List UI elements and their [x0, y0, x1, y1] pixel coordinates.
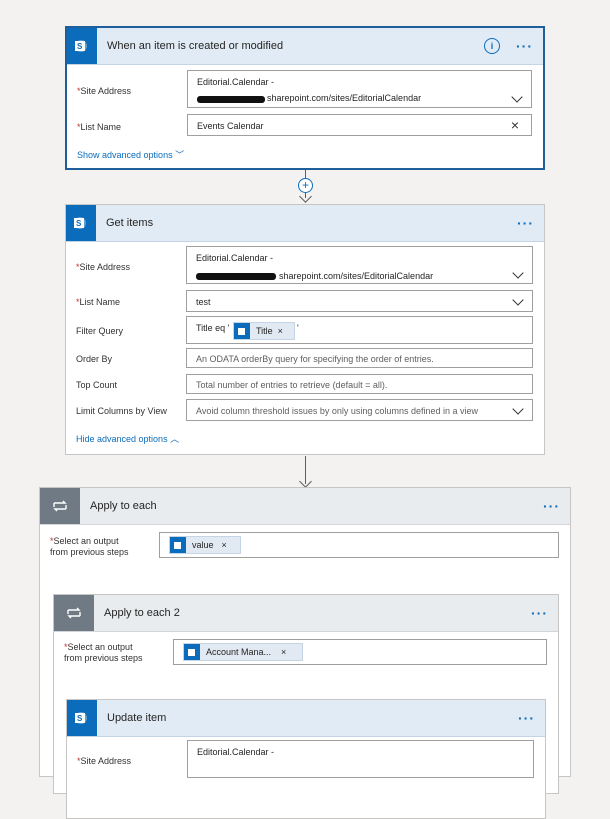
order-by-input[interactable]: An ODATA orderBy query for specifying th…	[186, 348, 533, 368]
loop-icon	[54, 595, 94, 631]
apply-to-each-2-header[interactable]: Apply to each 2 ···	[54, 595, 558, 632]
filter-query-label: Filter Query	[76, 326, 124, 336]
sharepoint-icon	[234, 323, 250, 339]
site-address-label: *Site Address	[76, 262, 131, 272]
list-name-dropdown[interactable]: test	[186, 290, 533, 312]
redacted-text	[196, 273, 276, 280]
select-output-label: *Select an output from previous steps	[50, 536, 129, 557]
list-name-label: *List Name	[77, 122, 122, 132]
more-options-icon[interactable]: ···	[531, 605, 548, 621]
site-address-label: *Site Address	[77, 756, 132, 766]
more-options-icon[interactable]: ···	[543, 498, 560, 514]
loop-icon	[40, 488, 80, 524]
site-address-dropdown[interactable]: Editorial.Calendar -	[187, 740, 534, 778]
get-items-header[interactable]: S Get items ···	[66, 205, 544, 242]
apply-to-each-title: Apply to each	[90, 500, 157, 512]
clear-icon[interactable]: ×	[511, 118, 519, 132]
site-address-label: *Site Address	[77, 86, 132, 96]
chevron-down-icon	[512, 267, 524, 279]
site-address-dropdown[interactable]: Editorial.Calendar - sharepoint.com/site…	[186, 246, 533, 284]
list-name-input[interactable]: Events Calendar ×	[187, 114, 532, 136]
site-address-dropdown[interactable]: Editorial.Calendar - sharepoint.com/site…	[187, 70, 532, 108]
chevron-down-icon	[512, 403, 524, 415]
svg-text:S: S	[77, 714, 83, 723]
apply-to-each-2-title: Apply to each 2	[104, 607, 180, 619]
more-options-icon[interactable]: ···	[517, 215, 534, 231]
select-output-label: *Select an output from previous steps	[64, 642, 143, 663]
info-icon[interactable]: i	[484, 38, 500, 54]
select-output-input[interactable]: Account Mana... ×	[173, 639, 547, 665]
remove-token-icon[interactable]: ×	[278, 326, 283, 336]
svg-text:S: S	[76, 219, 82, 228]
remove-token-icon[interactable]: ×	[281, 647, 286, 657]
top-count-label: Top Count	[76, 380, 118, 390]
svg-text:S: S	[77, 42, 83, 51]
get-items-card: S Get items ··· *Site Address Editorial.…	[65, 204, 545, 455]
sharepoint-icon: S	[67, 28, 97, 64]
more-options-icon[interactable]: ···	[516, 38, 533, 54]
top-count-input[interactable]: Total number of entries to retrieve (def…	[186, 374, 533, 394]
hide-advanced-options-link[interactable]: Hide advanced options ︿	[76, 432, 179, 445]
update-item-title: Update item	[107, 712, 167, 724]
title-token[interactable]: Title ×	[233, 322, 295, 340]
sharepoint-icon: S	[67, 700, 97, 736]
redacted-text	[197, 96, 265, 103]
value-token[interactable]: value ×	[169, 536, 241, 554]
apply-to-each-2-card: Apply to each 2 ··· *Select an output fro…	[53, 594, 559, 819]
arrow-down-icon	[299, 475, 312, 488]
update-item-header[interactable]: S Update item ···	[67, 700, 545, 737]
get-items-title: Get items	[106, 217, 154, 229]
order-by-label: Order By	[76, 354, 113, 364]
sharepoint-icon	[170, 537, 186, 553]
chevron-down-icon	[511, 91, 523, 103]
show-advanced-options-link[interactable]: Show advanced options ﹀	[77, 148, 184, 161]
remove-token-icon[interactable]: ×	[222, 540, 227, 550]
more-options-icon[interactable]: ···	[518, 710, 535, 726]
list-name-label: *List Name	[76, 297, 121, 307]
sharepoint-icon	[184, 644, 200, 660]
apply-to-each-header[interactable]: Apply to each ···	[40, 488, 570, 525]
account-manager-token[interactable]: Account Mana... ×	[183, 643, 303, 661]
sharepoint-icon: S	[66, 205, 96, 241]
chevron-down-icon	[512, 294, 524, 306]
trigger-header[interactable]: S When an item is created or modified i …	[67, 28, 543, 65]
apply-to-each-card: Apply to each ··· *Select an output from …	[39, 487, 571, 819]
select-output-input[interactable]: value ×	[159, 532, 559, 558]
trigger-title: When an item is created or modified	[107, 40, 284, 52]
update-item-card: S Update item ··· *Site Address Editoria…	[66, 699, 546, 819]
filter-query-input[interactable]: Title eq ' Title × '	[186, 316, 533, 344]
limit-columns-dropdown[interactable]: Avoid column threshold issues by only us…	[186, 399, 533, 421]
trigger-card: S When an item is created or modified i …	[65, 26, 545, 170]
limit-columns-label: Limit Columns by View	[76, 406, 167, 416]
